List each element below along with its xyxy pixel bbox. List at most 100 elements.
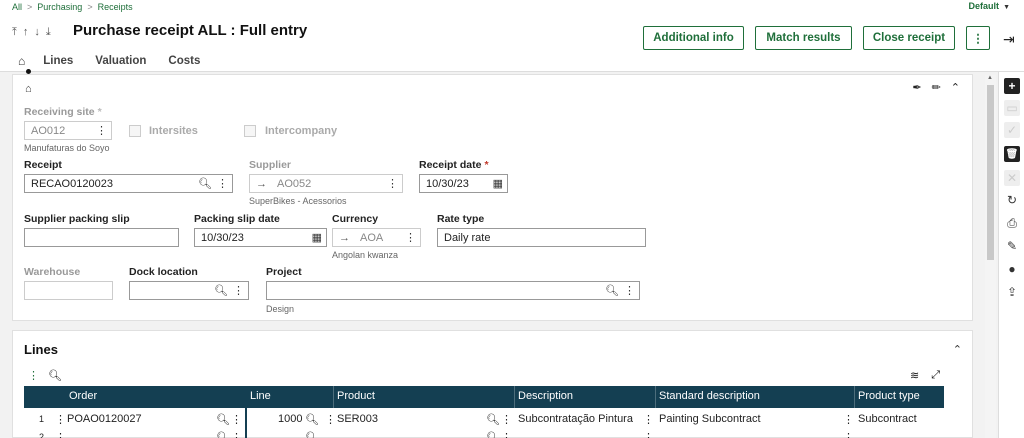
- search-icon[interactable]: 🔍︎: [605, 284, 619, 297]
- first-record-icon[interactable]: ⤒: [12, 26, 17, 39]
- dock-location-label: Dock location: [129, 266, 198, 278]
- caret-down-icon: ▼: [1003, 4, 1010, 11]
- column-header-product[interactable]: Product: [337, 390, 375, 402]
- close-receipt-button[interactable]: Close receipt: [863, 26, 955, 50]
- last-record-icon[interactable]: ⤓: [46, 26, 51, 39]
- row-menu-icon[interactable]: ⋮: [55, 413, 66, 426]
- calendar-icon[interactable]: ▦: [312, 231, 322, 244]
- packing-slip-date-value: 10/30/23: [201, 231, 244, 244]
- breadcrumb-all[interactable]: All: [12, 2, 22, 12]
- arrow-right-icon[interactable]: →: [256, 178, 267, 190]
- calendar-icon[interactable]: ▦: [493, 177, 503, 190]
- more-icon[interactable]: ⋮: [843, 431, 854, 438]
- more-icon[interactable]: ⋮: [843, 413, 854, 426]
- refresh-icon[interactable]: ↻: [1004, 192, 1020, 208]
- tab-bar: ⌂ Lines Valuation Costs: [18, 54, 222, 68]
- search-icon[interactable]: 🔍︎: [214, 284, 228, 297]
- rate-type-field[interactable]: Daily rate: [437, 228, 646, 247]
- more-icon[interactable]: ⋮: [501, 413, 512, 426]
- more-icon[interactable]: ⋮: [501, 431, 512, 438]
- more-icon[interactable]: ⋮: [217, 177, 228, 190]
- supplier-value: AO052: [277, 177, 312, 190]
- column-header-order[interactable]: Order: [69, 390, 97, 402]
- required-mark: *: [97, 106, 102, 118]
- search-icon[interactable]: 🔍︎: [216, 413, 230, 426]
- additional-info-button[interactable]: Additional info: [643, 26, 744, 50]
- column-header-standard-description[interactable]: Standard description: [659, 390, 760, 402]
- receipt-field[interactable]: RECAO0120023 🔍︎ ⋮: [24, 174, 233, 193]
- scroll-up-icon[interactable]: ▲: [987, 75, 993, 81]
- search-icon[interactable]: 🔍︎: [305, 413, 319, 426]
- warehouse-label: Warehouse: [24, 266, 81, 278]
- search-icon[interactable]: 🔍︎: [305, 431, 319, 438]
- match-results-button[interactable]: Match results: [755, 26, 852, 50]
- next-record-icon[interactable]: ↓: [34, 26, 40, 39]
- tab-lines[interactable]: Lines: [43, 55, 73, 67]
- cell-product-type[interactable]: Subcontract: [858, 413, 917, 425]
- comment-icon[interactable]: ●: [1004, 261, 1020, 277]
- receiving-site-value: AO012: [31, 124, 66, 137]
- search-icon[interactable]: 🔍︎: [48, 369, 62, 382]
- more-icon[interactable]: ⋮: [231, 431, 242, 438]
- more-icon: ⋮: [387, 178, 398, 190]
- cell-line[interactable]: 1000: [278, 413, 302, 425]
- exit-icon[interactable]: ⇥: [1003, 31, 1015, 48]
- edit-icon[interactable]: ✏: [932, 81, 941, 94]
- delete-icon[interactable]: 🗑: [1004, 146, 1020, 162]
- record-navigation: ⤒ ↑ ↓ ⤓: [12, 26, 51, 39]
- table-row[interactable]: 1 ⋮ POAO0120027 🔍︎ ⋮ 1000 🔍︎ ⋮ SER003 🔍︎…: [24, 410, 944, 429]
- more-icon[interactable]: ⋮: [624, 284, 635, 297]
- search-icon[interactable]: 🔍︎: [216, 431, 230, 438]
- pin-icon[interactable]: ✒: [912, 81, 921, 94]
- arrow-right-icon[interactable]: →: [339, 232, 350, 244]
- attachment-icon[interactable]: ✎: [1004, 238, 1020, 254]
- add-icon[interactable]: +: [1004, 78, 1020, 94]
- more-icon[interactable]: ⋮: [643, 413, 654, 426]
- layers-icon[interactable]: ≋: [910, 369, 919, 382]
- column-header-description[interactable]: Description: [518, 390, 573, 402]
- tab-costs[interactable]: Costs: [168, 55, 200, 67]
- collapse-icon[interactable]: ⌃: [951, 81, 960, 94]
- home-icon: ⌂: [25, 83, 32, 95]
- vertical-scrollbar[interactable]: ▲: [985, 75, 996, 438]
- row-menu-icon[interactable]: ⋮: [55, 431, 66, 438]
- more-icon[interactable]: ⋮: [233, 284, 244, 297]
- dock-location-field[interactable]: 🔍︎ ⋮: [129, 281, 249, 300]
- table-row[interactable]: 2 ⋮ 🔍︎ ⋮ 🔍︎ 🔍︎ ⋮ ⋮ ⋮: [24, 430, 944, 438]
- column-header-line[interactable]: Line: [250, 390, 271, 402]
- search-icon[interactable]: 🔍︎: [198, 177, 212, 190]
- row-number: 2: [39, 432, 45, 438]
- expand-icon[interactable]: ⤢: [931, 369, 940, 382]
- breadcrumb-purchasing[interactable]: Purchasing: [37, 2, 82, 12]
- search-icon[interactable]: 🔍︎: [486, 413, 500, 426]
- breadcrumb-separator: >: [87, 2, 93, 12]
- cell-order[interactable]: POAO0120027: [67, 413, 142, 425]
- column-separator: [854, 386, 855, 408]
- profile-selector[interactable]: Default ▼: [969, 1, 1010, 11]
- more-icon: ⋮: [96, 125, 107, 137]
- more-icon[interactable]: ⋮: [231, 413, 242, 426]
- packing-slip-date-field[interactable]: 10/30/23 ▦: [194, 228, 327, 247]
- grid-menu-icon[interactable]: ⋮: [28, 369, 39, 382]
- export-icon[interactable]: ⇪: [1004, 284, 1020, 300]
- project-field[interactable]: 🔍︎ ⋮: [266, 281, 640, 300]
- supplier-packing-slip-field[interactable]: [24, 228, 179, 247]
- cell-standard-description[interactable]: Painting Subcontract: [659, 413, 761, 425]
- collapse-icon[interactable]: ⌃: [953, 343, 962, 356]
- save-icon: ▭: [1004, 100, 1020, 116]
- tab-valuation[interactable]: Valuation: [95, 55, 146, 67]
- column-header-product-type[interactable]: Product type: [858, 390, 920, 402]
- currency-value: AOA: [360, 231, 384, 244]
- scrollbar-thumb[interactable]: [987, 85, 994, 260]
- previous-record-icon[interactable]: ↑: [23, 26, 29, 39]
- cell-description[interactable]: Subcontratação Pintura: [518, 413, 633, 425]
- breadcrumb-receipts[interactable]: Receipts: [98, 2, 133, 12]
- more-actions-button[interactable]: ⋮: [966, 26, 990, 50]
- search-icon[interactable]: 🔍︎: [486, 431, 500, 438]
- receipt-date-field[interactable]: 10/30/23 ▦: [419, 174, 508, 193]
- home-icon[interactable]: ⌂: [18, 54, 25, 68]
- more-icon[interactable]: ⋮: [325, 413, 336, 426]
- more-icon[interactable]: ⋮: [643, 431, 654, 438]
- cell-product[interactable]: SER003: [337, 413, 378, 425]
- print-icon[interactable]: ⎙: [1004, 215, 1020, 231]
